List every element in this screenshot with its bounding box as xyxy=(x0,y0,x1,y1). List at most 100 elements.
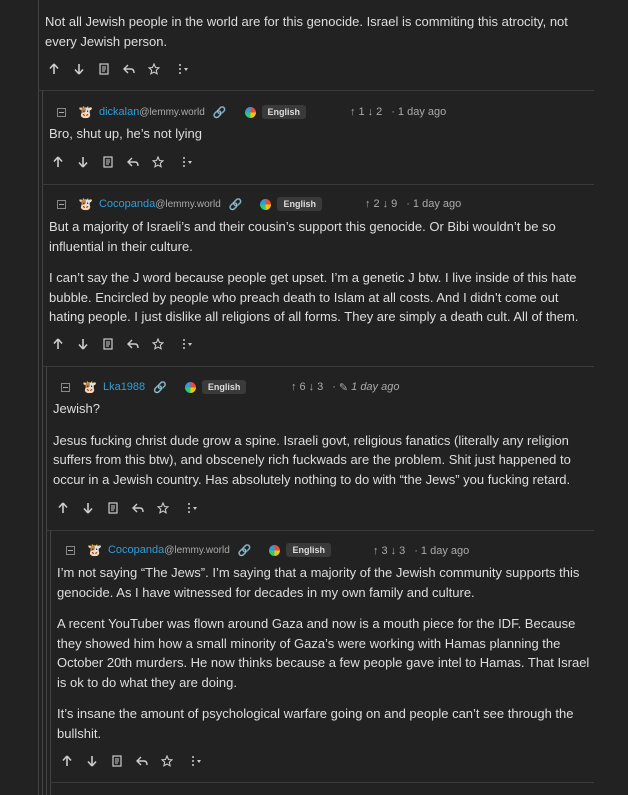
comment-body: Not all Jewish people in the world are f… xyxy=(45,12,590,51)
comment-text: A recent YouTuber was flown around Gaza … xyxy=(57,616,590,690)
upvote-icon[interactable] xyxy=(50,336,66,352)
downvote-count: 3 xyxy=(399,545,406,557)
comment-text: Not all Jewish people in the world are f… xyxy=(45,14,568,49)
timestamp: 1 day ago xyxy=(351,381,400,393)
upvote-count: 1 xyxy=(358,106,365,118)
link-icon[interactable]: 🔗 xyxy=(229,198,243,211)
reply-icon[interactable] xyxy=(130,500,146,516)
star-icon[interactable] xyxy=(155,500,171,516)
divider xyxy=(42,366,594,367)
collapse-icon[interactable] xyxy=(57,199,66,209)
view-source-icon[interactable] xyxy=(96,61,112,77)
language-icon xyxy=(260,198,272,210)
more-options-icon[interactable] xyxy=(181,156,193,168)
username-link[interactable]: Cocopanda xyxy=(108,544,164,556)
avatar: 🐮 xyxy=(78,105,93,119)
thread-line xyxy=(38,0,39,795)
comment-actions xyxy=(50,154,193,170)
comment-header: 🐮 Cocopanda @lemmy.world 🔗 English xyxy=(66,542,331,558)
upvote-count: 3 xyxy=(381,545,388,557)
downvote-count: 9 xyxy=(391,198,398,210)
link-icon[interactable]: 🔗 xyxy=(238,544,252,557)
upvote-count-icon: ↑ xyxy=(350,106,356,118)
timestamp: 1 day ago xyxy=(412,198,462,210)
upvote-count-icon: ↑ xyxy=(365,198,371,210)
username-link[interactable]: Lka1988 xyxy=(103,381,145,393)
edited-icon: ✎ xyxy=(338,381,349,394)
reply-icon[interactable] xyxy=(125,154,141,170)
username-link[interactable]: dickalan xyxy=(99,106,139,118)
thread-line xyxy=(50,530,51,795)
instance-label: @lemmy.world xyxy=(155,198,221,210)
downvote-count-icon: ↓ xyxy=(367,106,374,118)
divider xyxy=(46,530,594,531)
collapse-icon[interactable] xyxy=(57,107,66,117)
view-source-icon[interactable] xyxy=(109,753,125,769)
upvote-icon[interactable] xyxy=(46,61,62,77)
downvote-icon[interactable] xyxy=(71,61,87,77)
language-icon xyxy=(184,381,196,393)
comment-text: But a majority of Israeli’s and their co… xyxy=(49,219,556,254)
comment-actions xyxy=(59,753,202,769)
reply-icon[interactable] xyxy=(125,336,141,352)
score-info: ↑ 6 ↓ 3 · ✎ 1 day ago xyxy=(291,381,400,394)
more-options-icon[interactable] xyxy=(190,755,202,767)
downvote-icon[interactable] xyxy=(75,336,91,352)
upvote-count: 6 xyxy=(299,381,306,393)
link-icon[interactable]: 🔗 xyxy=(213,106,227,119)
star-icon[interactable] xyxy=(150,336,166,352)
avatar: 🐮 xyxy=(78,197,93,211)
downvote-count-icon: ↓ xyxy=(390,545,397,557)
comment-text: Bro, shut up, he’s not lying xyxy=(49,126,202,141)
star-icon[interactable] xyxy=(159,753,175,769)
upvote-icon[interactable] xyxy=(59,753,75,769)
divider xyxy=(38,90,594,91)
collapse-icon[interactable] xyxy=(61,382,70,392)
score-info: ↑ 2 ↓ 9 · 1 day ago xyxy=(365,198,462,210)
downvote-count-icon: ↓ xyxy=(308,381,315,393)
star-icon[interactable] xyxy=(146,61,162,77)
comment-body: Jewish? Jesus fucking christ dude grow a… xyxy=(53,399,594,489)
comment-header: 🐮 Lka1988 🔗 English xyxy=(61,379,247,395)
view-source-icon[interactable] xyxy=(100,336,116,352)
downvote-icon[interactable] xyxy=(80,500,96,516)
language-icon xyxy=(269,544,281,556)
comment-actions xyxy=(46,61,189,77)
downvote-icon[interactable] xyxy=(75,154,91,170)
language-badge: English xyxy=(277,197,322,211)
score-info: ↑ 3 ↓ 3 · 1 day ago xyxy=(373,545,470,557)
downvote-count-icon: ↓ xyxy=(382,198,389,210)
collapse-icon[interactable] xyxy=(66,545,75,555)
username-link[interactable]: Cocopanda xyxy=(99,198,155,210)
upvote-icon[interactable] xyxy=(50,154,66,170)
view-source-icon[interactable] xyxy=(105,500,121,516)
avatar: 🐮 xyxy=(82,380,97,394)
upvote-icon[interactable] xyxy=(55,500,71,516)
language-badge: English xyxy=(261,105,307,119)
link-icon[interactable]: 🔗 xyxy=(153,381,167,394)
downvote-count: 3 xyxy=(317,381,324,393)
comment-text: It’s insane the amount of psychological … xyxy=(57,706,574,741)
comment-body: I’m not saying “The Jews”. I’m saying th… xyxy=(57,563,594,743)
thread-line xyxy=(42,90,43,795)
comment-body: But a majority of Israeli’s and their co… xyxy=(49,217,594,327)
star-icon[interactable] xyxy=(150,154,166,170)
comment-actions xyxy=(50,336,193,352)
comment-text: Jewish? xyxy=(53,401,100,416)
view-source-icon[interactable] xyxy=(100,154,116,170)
reply-icon[interactable] xyxy=(121,61,137,77)
comment-header: 🐮 dickalan @lemmy.world 🔗 English xyxy=(57,104,307,120)
more-options-icon[interactable] xyxy=(181,338,193,350)
more-options-icon[interactable] xyxy=(186,502,198,514)
downvote-count: 2 xyxy=(376,106,383,118)
thread-line xyxy=(46,366,47,795)
reply-icon[interactable] xyxy=(134,753,150,769)
downvote-icon[interactable] xyxy=(84,753,100,769)
language-badge: English xyxy=(201,380,247,394)
more-options-icon[interactable] xyxy=(177,63,189,75)
divider xyxy=(50,782,594,783)
comment-text: Jesus fucking christ dude grow a spine. … xyxy=(53,432,571,487)
instance-label: @lemmy.world xyxy=(164,544,230,556)
avatar: 🐮 xyxy=(87,543,102,557)
timestamp: 1 day ago xyxy=(397,106,447,118)
